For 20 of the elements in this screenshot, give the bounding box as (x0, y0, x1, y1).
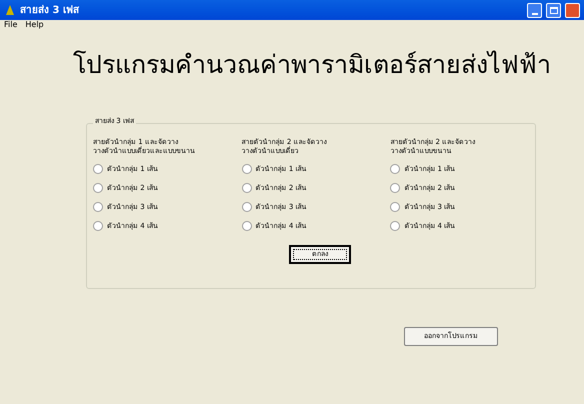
program-heading: โปรแกรมคำนวณค่าพารามิเตอร์สายส่งไฟฟ้า (73, 52, 551, 77)
radio-button[interactable] (390, 221, 400, 231)
radio-button[interactable] (93, 183, 103, 193)
window-title: สายส่ง 3 เฟส (20, 4, 80, 18)
radio-button[interactable] (93, 164, 103, 174)
radio-button[interactable] (242, 183, 252, 193)
menu-item[interactable]: Help (25, 21, 44, 29)
maximize-button[interactable] (546, 2, 561, 18)
radio-button[interactable] (93, 202, 103, 212)
radio-button[interactable] (242, 164, 252, 174)
close-button[interactable] (565, 2, 580, 18)
radio-button[interactable] (242, 221, 252, 231)
radio-button[interactable] (93, 221, 103, 231)
radio-button[interactable] (242, 202, 252, 212)
radio-button[interactable] (390, 164, 400, 174)
minimize-button[interactable] (527, 2, 542, 18)
menu-item[interactable]: File (4, 21, 18, 29)
app-icon (4, 4, 16, 16)
radio-button[interactable] (390, 202, 400, 212)
radio-button[interactable] (390, 183, 400, 193)
